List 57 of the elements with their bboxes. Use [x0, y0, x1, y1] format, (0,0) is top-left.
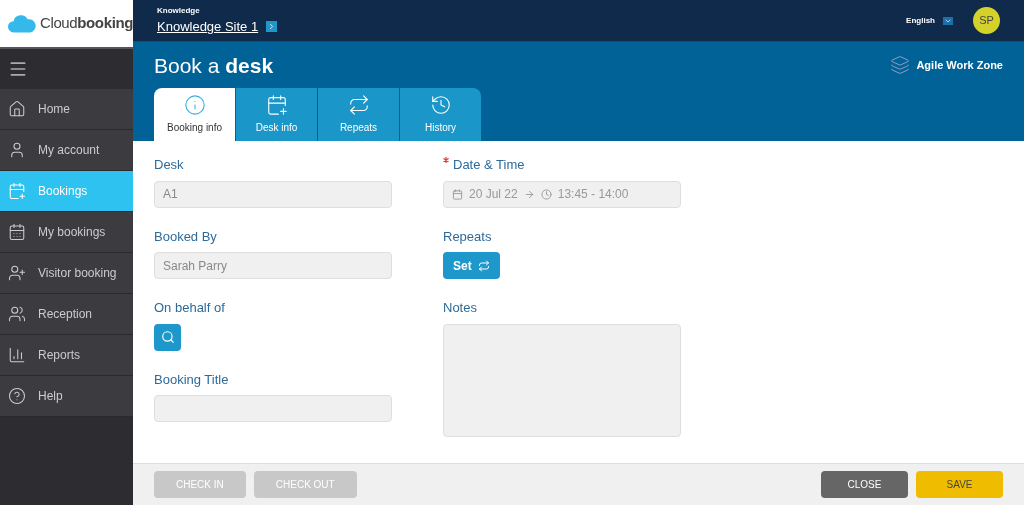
user-avatar[interactable]: SP	[973, 7, 1000, 35]
text-field[interactable]: Sarah Parry	[154, 252, 392, 280]
sidebar-item[interactable]: Home	[0, 89, 133, 130]
save-button[interactable]: SAVE	[916, 470, 1003, 498]
clock-icon	[540, 188, 552, 200]
search-icon	[160, 330, 175, 345]
chevron-down-icon	[943, 16, 953, 25]
field-label: Desk	[154, 156, 184, 175]
tab[interactable]: Desk info	[236, 88, 317, 142]
field-label: Notes	[443, 299, 477, 318]
calendar-plus-icon	[8, 182, 26, 200]
cloud-icon	[8, 14, 36, 33]
field-label: On behalf of	[154, 299, 225, 318]
logo-text: Cloudbooking	[39, 13, 133, 34]
bar-chart-icon	[8, 346, 26, 364]
time-value: 13:45 - 14:00	[557, 186, 629, 204]
date-value: 20 Jul 22	[469, 186, 518, 204]
field-label: Booked By	[154, 227, 217, 246]
people-icon	[8, 305, 26, 323]
field-label: Repeats	[443, 227, 492, 246]
sidebar-item[interactable]: Help	[0, 376, 133, 417]
calendar-plus-icon	[265, 94, 288, 117]
notes-field[interactable]	[443, 323, 681, 437]
help-icon	[8, 387, 26, 405]
tab[interactable]: Booking info	[154, 88, 235, 142]
site-link[interactable]: Knowledge Site 1	[157, 16, 259, 37]
menu-button[interactable]	[0, 49, 133, 89]
arrow-icon	[523, 188, 535, 200]
close-button[interactable]: CLOSE	[821, 470, 908, 498]
field-label: Date & Time	[453, 156, 525, 175]
person-plus-icon	[8, 264, 26, 282]
search-button[interactable]	[154, 323, 181, 351]
set-repeat-button[interactable]: Set	[443, 252, 500, 280]
house-icon	[8, 100, 26, 118]
language-select[interactable]: English	[906, 14, 953, 27]
text-field[interactable]: A1	[154, 180, 392, 208]
page-title: Book a desk	[154, 52, 274, 79]
repeat-icon	[477, 259, 490, 272]
calendar-icon	[8, 223, 26, 241]
person-icon	[8, 141, 26, 159]
repeat-icon	[347, 94, 370, 117]
sidebar-item[interactable]: Visitor booking	[0, 253, 133, 294]
menu-icon	[8, 59, 28, 79]
field-label: Booking Title	[154, 370, 229, 389]
zone-label: Agile Work Zone	[916, 58, 1003, 73]
info-icon	[183, 94, 206, 117]
tab[interactable]: Repeats	[318, 88, 399, 142]
calendar-icon	[452, 188, 463, 200]
history-icon	[429, 94, 452, 117]
text-field[interactable]	[154, 395, 392, 423]
sidebar-item[interactable]: My account	[0, 130, 133, 171]
sidebar-item[interactable]: Reports	[0, 335, 133, 376]
breadcrumb: Knowledge	[157, 4, 201, 17]
tab[interactable]: History	[400, 88, 481, 142]
sidebar-item[interactable]: Reception	[0, 294, 133, 335]
layers-icon	[890, 55, 911, 76]
sidebar-item[interactable]: My bookings	[0, 212, 133, 253]
